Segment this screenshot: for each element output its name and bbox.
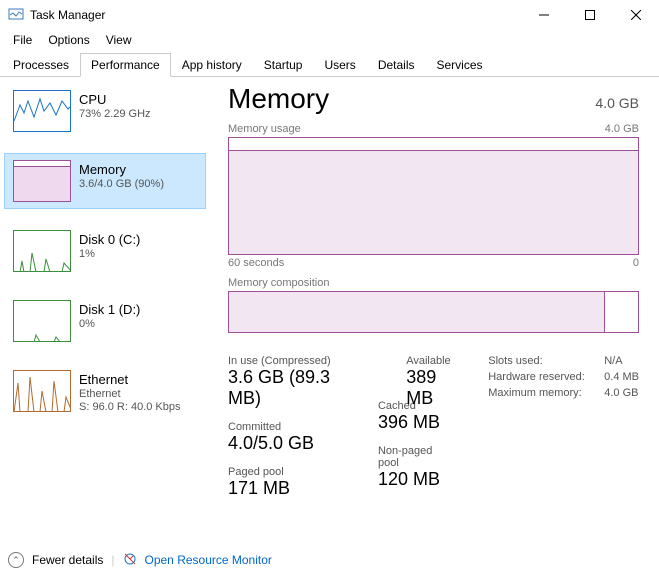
app-icon: [8, 6, 24, 25]
menu-file[interactable]: File: [6, 31, 39, 49]
sidebar-item-sub2: S: 96.0 R: 40.0 Kbps: [79, 401, 181, 413]
usage-graph-label: Memory usage: [228, 123, 301, 135]
stat-hwres-label: Hardware reserved:: [488, 371, 596, 383]
sidebar-item-label: Disk 0 (C:): [79, 232, 140, 247]
stat-in-use-label: In use (Compressed): [228, 355, 368, 367]
sidebar-item-label: Memory: [79, 162, 164, 177]
sidebar-item-sub: 3.6/4.0 GB (90%): [79, 178, 164, 190]
ethernet-thumbnail: [13, 370, 71, 412]
composition-label: Memory composition: [228, 277, 329, 289]
sidebar: CPU 73% 2.29 GHz Memory 3.6/4.0 GB (90%)…: [0, 77, 210, 543]
disk1-thumbnail: [13, 300, 71, 342]
axis-right: 0: [633, 257, 639, 269]
chevron-up-icon[interactable]: ⌃: [8, 552, 24, 568]
main-panel: Memory 4.0 GB Memory usage 4.0 GB 60 sec…: [210, 77, 659, 543]
stat-maxmem-label: Maximum memory:: [488, 387, 596, 399]
stat-available-label: Available: [406, 355, 468, 367]
fewer-details-link[interactable]: Fewer details: [32, 553, 103, 567]
stat-in-use: 3.6 GB (89.3 MB): [228, 367, 368, 409]
stat-paged-label: Paged pool: [228, 466, 368, 478]
maximize-button[interactable]: [567, 0, 613, 30]
footer: ⌃ Fewer details | Open Resource Monitor: [0, 543, 659, 577]
minimize-button[interactable]: [521, 0, 567, 30]
capacity-label: 4.0 GB: [595, 95, 639, 111]
axis-left: 60 seconds: [228, 257, 284, 269]
tab-startup[interactable]: Startup: [253, 53, 314, 77]
stat-paged: 171 MB: [228, 478, 368, 499]
stat-slots-label: Slots used:: [488, 355, 596, 367]
tab-performance[interactable]: Performance: [80, 53, 171, 77]
stat-committed-label: Committed: [228, 421, 368, 433]
disk0-thumbnail: [13, 230, 71, 272]
sidebar-item-ethernet[interactable]: Ethernet Ethernet S: 96.0 R: 40.0 Kbps: [4, 363, 206, 420]
memory-usage-graph: [228, 137, 639, 255]
sidebar-item-memory[interactable]: Memory 3.6/4.0 GB (90%): [4, 153, 206, 209]
menu-options[interactable]: Options: [41, 31, 96, 49]
title-bar: Task Manager: [0, 0, 659, 30]
stat-slots: N/A: [604, 355, 622, 367]
sidebar-item-disk0[interactable]: Disk 0 (C:) 1%: [4, 223, 206, 279]
open-resource-monitor-link[interactable]: Open Resource Monitor: [145, 553, 272, 567]
window-title: Task Manager: [30, 8, 105, 22]
tab-processes[interactable]: Processes: [2, 53, 80, 77]
sidebar-item-cpu[interactable]: CPU 73% 2.29 GHz: [4, 83, 206, 139]
sidebar-item-label: Ethernet: [79, 372, 181, 387]
sidebar-item-label: Disk 1 (D:): [79, 302, 140, 317]
stat-available: 389 MB: [406, 367, 468, 409]
stat-hwres: 0.4 MB: [604, 371, 639, 383]
usage-graph-max: 4.0 GB: [605, 123, 639, 135]
resource-monitor-icon: [123, 552, 137, 569]
tab-details[interactable]: Details: [367, 53, 426, 77]
sidebar-item-disk1[interactable]: Disk 1 (D:) 0%: [4, 293, 206, 349]
cpu-thumbnail: [13, 90, 71, 132]
sidebar-item-sub: 73% 2.29 GHz: [79, 108, 151, 120]
sidebar-item-sub: 1%: [79, 248, 140, 260]
tab-services[interactable]: Services: [426, 53, 494, 77]
menu-view[interactable]: View: [99, 31, 139, 49]
tab-users[interactable]: Users: [313, 53, 366, 77]
tab-strip: Processes Performance App history Startu…: [0, 52, 659, 77]
sidebar-item-sub: Ethernet: [79, 388, 181, 400]
sidebar-item-label: CPU: [79, 92, 151, 107]
menu-bar: File Options View: [0, 30, 659, 50]
sidebar-item-sub: 0%: [79, 318, 140, 330]
tab-app-history[interactable]: App history: [171, 53, 253, 77]
page-title: Memory: [228, 83, 329, 115]
stat-committed: 4.0/5.0 GB: [228, 433, 368, 454]
memory-composition-graph: [228, 291, 639, 333]
close-button[interactable]: [613, 0, 659, 30]
memory-thumbnail: [13, 160, 71, 202]
stat-maxmem: 4.0 GB: [604, 387, 638, 399]
